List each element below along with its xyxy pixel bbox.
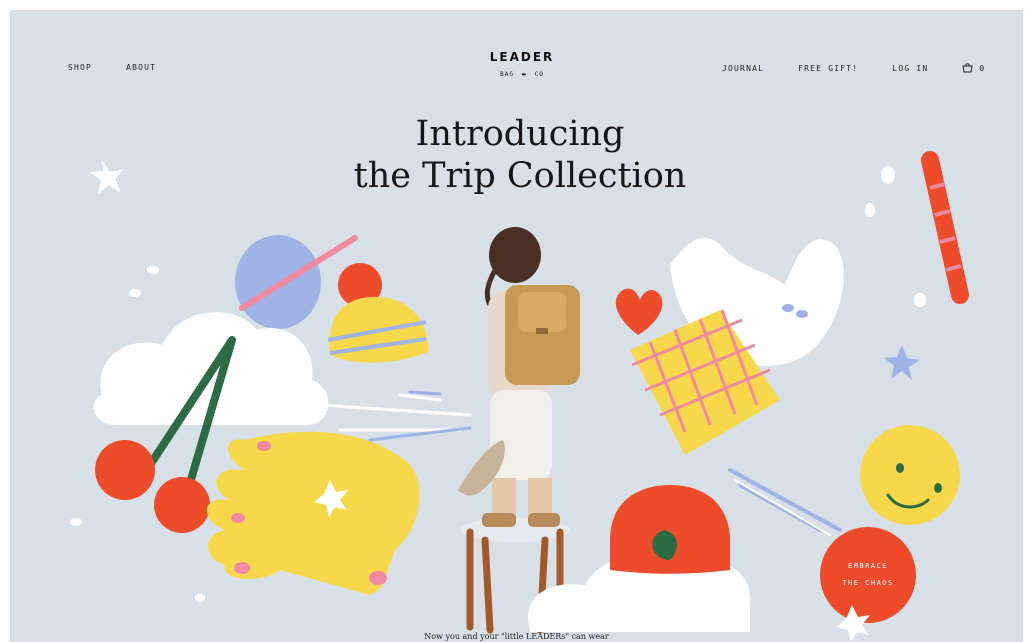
red-stick <box>921 151 969 304</box>
child-head <box>489 227 541 283</box>
nav-left: SHOP ABOUT <box>68 63 156 72</box>
red-heart <box>615 288 663 335</box>
blue-planet <box>235 235 321 329</box>
hero-page: EMBRACE THE CHAOS SHOP ABOUT LEADER BAG … <box>10 10 1023 642</box>
brand-bag-glyph: ▬ <box>521 71 527 78</box>
cart-count: 0 <box>979 63 986 73</box>
badge-line-1: EMBRACE <box>848 562 888 570</box>
nav-link-free-gift[interactable]: FREE GIFT! <box>798 64 858 73</box>
nav-link-shop[interactable]: SHOP <box>68 63 92 72</box>
hero-caption: Now you and your "little LEADERs" can we… <box>424 632 609 641</box>
hero-headline: Introducing the Trip Collection <box>270 113 770 197</box>
nav-right: JOURNAL FREE GIFT! LOG IN 0 <box>722 63 985 73</box>
shopping-bag-icon <box>962 63 973 73</box>
nav-link-journal[interactable]: JOURNAL <box>722 64 764 73</box>
brand-logo[interactable]: LEADER BAG ▬ CO <box>472 50 572 78</box>
white-star-left <box>89 160 124 194</box>
brand-subtitle: BAG ▬ CO <box>472 71 572 78</box>
nav-link-log-in[interactable]: LOG IN <box>892 64 928 73</box>
embrace-chaos-badge <box>820 527 916 623</box>
headline-line-1: Introducing <box>415 114 625 154</box>
red-elephant <box>610 485 730 574</box>
brand-name: LEADER <box>489 50 555 64</box>
badge-line-2: THE CHAOS <box>842 579 893 587</box>
smiley-face <box>860 425 960 525</box>
nav-link-about[interactable]: ABOUT <box>126 63 156 72</box>
brand-sub-right: CO <box>534 71 544 78</box>
blue-star-right <box>884 345 920 380</box>
hero-illustration: EMBRACE THE CHAOS <box>70 151 969 642</box>
brand-sub-left: BAG <box>500 71 514 78</box>
cart-button[interactable]: 0 <box>962 63 985 73</box>
headline-line-2: the Trip Collection <box>353 156 687 196</box>
